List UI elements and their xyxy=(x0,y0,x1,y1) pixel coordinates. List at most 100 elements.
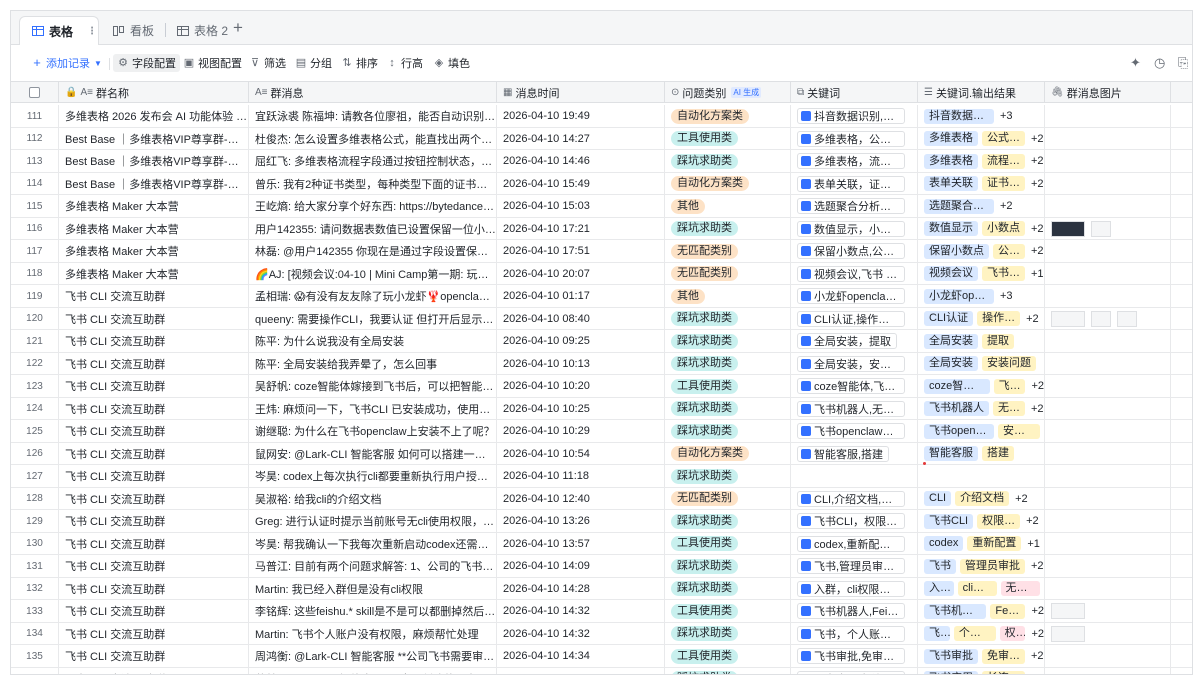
keyword-output-cell[interactable]: 小龙虾openclaw +3 xyxy=(918,285,1045,307)
select-all-checkbox[interactable] xyxy=(29,87,40,98)
keywords-cell[interactable]: 保留小数点,公式提… xyxy=(791,240,918,262)
row-number[interactable]: 114 xyxy=(11,172,59,195)
keyword-output-cell[interactable]: 飞书 管理员审批 +2 xyxy=(918,555,1045,577)
message-cell[interactable]: 林磊: @用户142355 你现在是通过字段设置保留小… xyxy=(249,240,497,262)
more-count[interactable]: +2 xyxy=(1015,493,1028,505)
time-cell[interactable]: 2026-04-10 14:09 xyxy=(497,555,665,577)
row-number[interactable]: 136 xyxy=(11,667,59,674)
column-header-keyword-output[interactable]: ☰ 关键词.输出结果 xyxy=(918,82,1045,103)
more-count[interactable]: +2 xyxy=(1031,673,1044,675)
category-cell[interactable]: 踩坑求助类 xyxy=(665,465,791,487)
add-record-button[interactable]: + 添加记录 ▼ xyxy=(31,54,102,72)
row-number[interactable]: 123 xyxy=(11,375,59,397)
column-header-message-images[interactable]: 🖇 群消息图片 xyxy=(1045,82,1171,103)
table-row[interactable]: 136 飞书 CLI 交流互助群 蔡慧: @Lark-CLI 智能客服 cli 自动… xyxy=(11,667,1192,675)
more-count[interactable]: +2 xyxy=(1031,628,1044,640)
image-thumbnail[interactable] xyxy=(1051,310,1085,327)
group-name-cell[interactable]: 飞书 CLI 交流互助群 xyxy=(59,532,249,555)
time-cell[interactable]: 2026-04-10 12:40 xyxy=(497,487,665,510)
more-count[interactable]: +2 xyxy=(1000,200,1013,212)
group-name-cell[interactable]: 飞书 CLI 交流互助群 xyxy=(59,442,249,465)
group-name-cell[interactable]: 飞书 CLI 交流互助群 xyxy=(59,667,249,674)
group-name-cell[interactable]: 多维表格 Maker 大本营 xyxy=(59,217,249,240)
table-row[interactable]: 127 飞书 CLI 交流互助群 岑昊: codex上每次执行cli都要重新执行用户… xyxy=(11,465,1192,488)
tab-table[interactable]: 表格 ⋮ xyxy=(19,16,99,45)
time-cell[interactable]: 2026-04-10 10:54 xyxy=(497,442,665,465)
message-cell[interactable]: 李铭辉: 这些feishu.* skill是不是可以都删掉然后重新… xyxy=(249,600,497,622)
table-row[interactable]: 121 飞书 CLI 交流互助群 陈平: 为什么说我没有全局安装 2026-04-10… xyxy=(11,330,1192,353)
keywords-cell[interactable]: 小龙虾openclaw, h… xyxy=(791,285,918,307)
row-number[interactable]: 135 xyxy=(11,645,59,667)
keyword-output-cell[interactable]: 入群 cli权限 无权限 xyxy=(918,577,1045,600)
message-cell[interactable]: queeny: 需要操作CLI，我要认证 但打开后显示错误… xyxy=(249,307,497,330)
keyword-output-cell[interactable]: 抖音数据识别 +3 xyxy=(918,105,1045,127)
group-name-cell[interactable]: 飞书 CLI 交流互助群 xyxy=(59,420,249,442)
keyword-output-cell[interactable]: 飞书CLI 权限… +2 xyxy=(918,510,1045,532)
filter-button[interactable]: ⊽ 筛选 xyxy=(249,54,286,72)
message-images-cell[interactable] xyxy=(1045,285,1171,307)
table-row[interactable]: 124 飞书 CLI 交流互助群 王炜: 麻烦问一下，飞书CLI 已安装成功，使用O… xyxy=(11,397,1192,420)
more-count[interactable]: +2 xyxy=(1031,560,1044,572)
category-cell[interactable]: 踩坑求助类 xyxy=(665,150,791,172)
message-images-cell[interactable] xyxy=(1045,600,1171,622)
group-name-cell[interactable]: 多维表格 Maker 大本营 xyxy=(59,262,249,285)
more-count[interactable]: +2 xyxy=(1031,380,1044,392)
group-name-cell[interactable]: Best Base ｜多维表格VIP尊享群-年度十… xyxy=(59,127,249,150)
message-images-cell[interactable] xyxy=(1045,127,1171,150)
keyword-output-cell[interactable] xyxy=(918,465,1045,487)
keywords-cell[interactable]: 飞书机器人,无反应… xyxy=(791,397,918,420)
keywords-cell[interactable]: 全局安装，安装问题 xyxy=(791,352,918,375)
message-images-cell[interactable] xyxy=(1045,105,1171,127)
time-cell[interactable]: 2026-04-10 14:36 xyxy=(497,667,665,674)
time-cell[interactable]: 2026-04-10 10:13 xyxy=(497,352,665,375)
message-images-cell[interactable] xyxy=(1045,532,1171,555)
table-row[interactable]: 128 飞书 CLI 交流互助群 吴淑裕: 给我cli的介绍文档 2026-04-10… xyxy=(11,487,1192,510)
sort-button[interactable]: ⇅ 排序 xyxy=(341,54,378,72)
category-cell[interactable]: 踩坑求助类 xyxy=(665,307,791,330)
row-number[interactable]: 112 xyxy=(11,127,59,150)
group-name-cell[interactable]: 飞书 CLI 交流互助群 xyxy=(59,352,249,375)
message-images-cell[interactable] xyxy=(1045,442,1171,465)
more-count[interactable]: +2 xyxy=(1031,245,1044,257)
keywords-cell[interactable]: 飞书，个人账户，… xyxy=(791,622,918,645)
keyword-output-cell[interactable]: 选题聚合分析 +2 xyxy=(918,195,1045,217)
table-row[interactable]: 119 飞书 CLI 交流互助群 孟相瑞: 😱有没有友友除了玩小龙虾🦞opencla… xyxy=(11,285,1192,308)
table-row[interactable]: 113 Best Base ｜多维表格VIP尊享群-年度十… 屈红飞: 多维表格流程… xyxy=(11,150,1192,173)
more-count[interactable]: +2 xyxy=(1031,155,1044,167)
row-number[interactable]: 124 xyxy=(11,397,59,420)
keyword-output-cell[interactable]: 飞书openclaw 安装… xyxy=(918,420,1045,442)
category-cell[interactable]: 工具使用类 xyxy=(665,375,791,397)
keywords-cell[interactable] xyxy=(791,465,918,487)
keywords-cell[interactable]: 飞书CLI，权限错… xyxy=(791,510,918,532)
message-images-cell[interactable] xyxy=(1045,465,1171,487)
time-cell[interactable]: 2026-04-10 10:29 xyxy=(497,420,665,442)
message-images-cell[interactable] xyxy=(1045,172,1171,195)
keyword-output-cell[interactable]: 多维表格 流程… +2 xyxy=(918,150,1045,172)
more-count[interactable]: +2 xyxy=(1031,605,1044,617)
table-row[interactable]: 135 飞书 CLI 交流互助群 周鸿衡: @Lark-CLI 智能客服 **公司飞… xyxy=(11,645,1192,668)
message-images-cell[interactable] xyxy=(1045,420,1171,442)
message-images-cell[interactable] xyxy=(1045,150,1171,172)
time-cell[interactable]: 2026-04-10 13:26 xyxy=(497,510,665,532)
message-cell[interactable]: 屈红飞: 多维表格流程字段通过按钮控制状态，但是… xyxy=(249,150,497,172)
column-header-time[interactable]: ▦ 消息时间 xyxy=(497,82,665,103)
category-cell[interactable]: 无匹配类别 xyxy=(665,240,791,262)
message-cell[interactable]: 陈平: 为什么说我没有全局安装 xyxy=(249,330,497,352)
message-images-cell[interactable] xyxy=(1045,262,1171,285)
more-count[interactable]: +2 xyxy=(1031,403,1044,415)
table-row[interactable]: 125 飞书 CLI 交流互助群 谢继聪: 为什么在飞书openclaw上安装不上了… xyxy=(11,420,1192,443)
table-row[interactable]: 120 飞书 CLI 交流互助群 queeny: 需要操作CLI，我要认证 但打开后… xyxy=(11,307,1192,330)
table-row[interactable]: 123 飞书 CLI 交流互助群 吴舒帆: coze智能体嫁接到飞书后，可以把智能体… xyxy=(11,375,1192,398)
category-cell[interactable]: 踩坑求助类 xyxy=(665,622,791,645)
group-name-cell[interactable]: 飞书 CLI 交流互助群 xyxy=(59,600,249,622)
category-cell[interactable]: 踩坑求助类 xyxy=(665,420,791,442)
table-row[interactable]: 112 Best Base ｜多维表格VIP尊享群-年度十… 杜俊杰: 怎么设置多维… xyxy=(11,127,1192,150)
message-cell[interactable]: 陈平: 全局安装给我弄晕了，怎么回事 xyxy=(249,352,497,375)
keywords-cell[interactable]: 飞书机器人,Feishu… xyxy=(791,600,918,622)
category-cell[interactable]: 工具使用类 xyxy=(665,645,791,667)
add-view-icon[interactable]: + xyxy=(233,19,243,37)
keyword-output-cell[interactable]: CLI 介绍文档 +2 xyxy=(918,487,1045,510)
group-name-cell[interactable]: 飞书 CLI 交流互助群 xyxy=(59,375,249,397)
time-cell[interactable]: 2026-04-10 09:25 xyxy=(497,330,665,352)
row-number[interactable]: 113 xyxy=(11,150,59,172)
